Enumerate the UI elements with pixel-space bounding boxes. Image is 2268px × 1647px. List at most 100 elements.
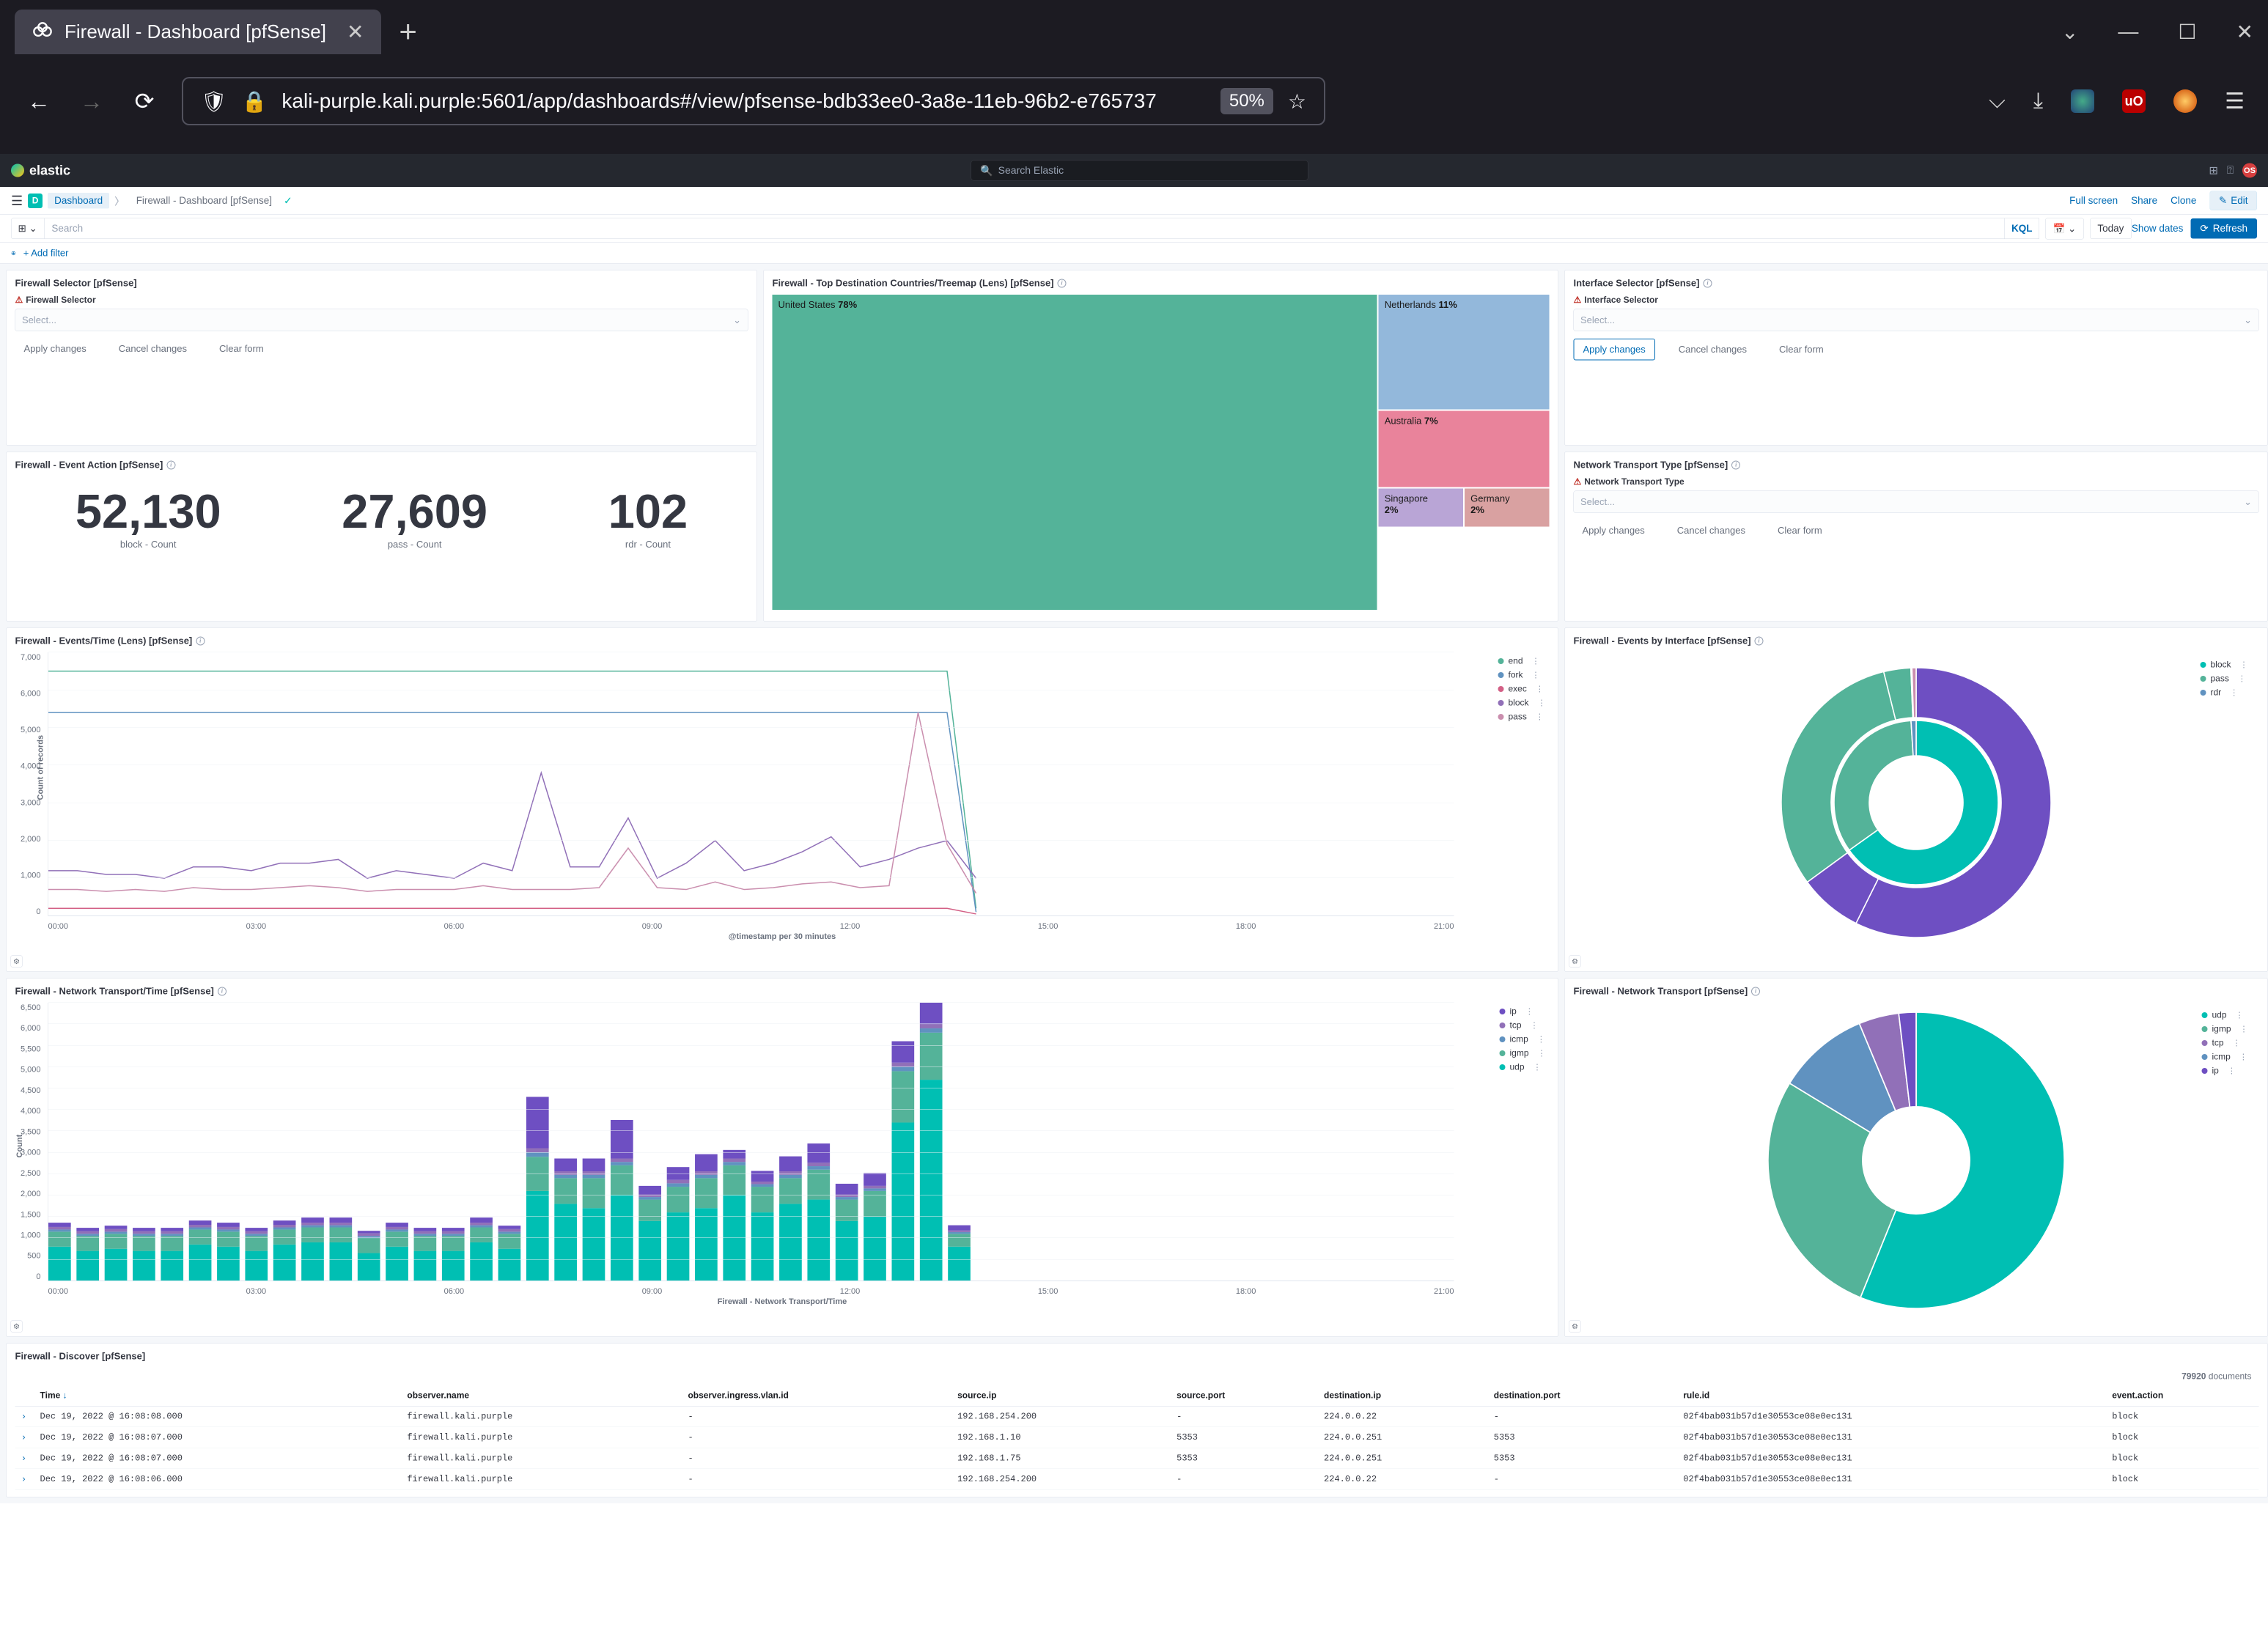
info-icon[interactable]: i <box>166 460 175 469</box>
reload-button[interactable]: ⟳ <box>129 86 160 117</box>
info-icon[interactable]: i <box>1058 279 1067 287</box>
panel-settings-icon[interactable]: ⚙ <box>11 956 23 968</box>
downloads-icon[interactable]: ⤓ <box>2033 89 2043 114</box>
help-icon[interactable]: ⍰ <box>2227 164 2234 177</box>
share-link[interactable]: Share <box>2131 195 2157 207</box>
transport-donut[interactable]: udp⋮igmp⋮tcp⋮icmp⋮ip⋮ <box>1574 1003 2259 1318</box>
clear-form-button[interactable]: Clear form <box>1769 520 1831 541</box>
panel-settings-icon[interactable]: ⚙ <box>11 1321 23 1333</box>
treemap-cell-au[interactable]: Australia 7% <box>1379 410 1550 487</box>
filter-options-icon[interactable]: ⊕ <box>11 249 16 257</box>
new-tab-button[interactable]: + <box>399 14 417 49</box>
cancel-changes-button[interactable]: Cancel changes <box>1670 339 1756 361</box>
elastic-logo[interactable]: elastic <box>11 163 70 178</box>
zoom-badge[interactable]: 50% <box>1220 88 1273 114</box>
breadcrumb-dashboard[interactable]: Dashboard <box>48 193 109 209</box>
clear-form-button[interactable]: Clear form <box>1770 339 1833 361</box>
apply-changes-button[interactable]: Apply changes <box>15 339 95 359</box>
expand-row-icon[interactable]: › <box>15 1427 33 1448</box>
browser-tab[interactable]: Firewall - Dashboard [pfSense] ✕ <box>15 10 381 54</box>
treemap-cell-us[interactable]: United States 78% <box>773 295 1377 610</box>
treemap-chart[interactable]: United States 78% Netherlands 11% Austra… <box>773 295 1550 610</box>
info-icon[interactable]: i <box>218 987 227 995</box>
lock-insecure-icon[interactable]: 🔒 <box>242 89 268 114</box>
info-icon[interactable]: i <box>1751 987 1760 995</box>
close-tab-icon[interactable]: ✕ <box>347 20 364 44</box>
add-filter-button[interactable]: + Add filter <box>23 248 69 259</box>
user-avatar[interactable]: OS <box>2242 163 2257 178</box>
transport-type-dropdown[interactable]: Select... ⌄ <box>1574 491 2259 514</box>
date-range-picker[interactable]: Today <box>2090 218 2132 240</box>
nav-bar: ← → ⟳ 🛡 🔒 kali-purple.kali.purple:5601/a… <box>0 63 2268 139</box>
firewall-selector-dropdown[interactable]: Select... ⌄ <box>15 309 748 332</box>
interface-selector-dropdown[interactable]: Select... ⌄ <box>1574 309 2259 332</box>
panel-settings-icon[interactable]: ⚙ <box>1569 1321 1581 1333</box>
refresh-button[interactable]: ⟳ Refresh <box>2190 218 2257 239</box>
space-selector[interactable]: D <box>28 194 43 208</box>
treemap-cell-de[interactable]: Germany2% <box>1465 489 1549 527</box>
expand-row-icon[interactable]: › <box>15 1448 33 1469</box>
global-search-input[interactable]: 🔍 Search Elastic <box>971 161 1308 181</box>
info-icon[interactable]: i <box>1731 460 1740 469</box>
elastic-header: elastic 🔍 Search Elastic ⊞ ⍰ OS <box>0 154 2268 187</box>
expand-row-icon[interactable]: › <box>15 1469 33 1490</box>
table-row[interactable]: ›Dec 19, 2022 @ 16:08:08.000firewall.kal… <box>15 1406 2259 1427</box>
column-header[interactable]: event.action <box>2105 1385 2258 1406</box>
shield-icon[interactable]: 🛡 <box>201 89 227 114</box>
panel-settings-icon[interactable]: ⚙ <box>1569 956 1581 968</box>
table-row[interactable]: ›Dec 19, 2022 @ 16:08:07.000firewall.kal… <box>15 1448 2259 1469</box>
table-row[interactable]: ›Dec 19, 2022 @ 16:08:07.000firewall.kal… <box>15 1427 2259 1448</box>
column-header[interactable]: Time ↓ <box>33 1385 400 1406</box>
treemap-cell-sg[interactable]: Singapore2% <box>1379 489 1463 527</box>
filter-dropdown[interactable]: ⊞ ⌄ <box>11 218 44 240</box>
y-axis-ticks: 05001,0001,5002,0002,5003,0003,5004,0004… <box>19 1003 41 1281</box>
search-icon: 🔍 <box>980 164 993 177</box>
clone-link[interactable]: Clone <box>2171 195 2196 207</box>
treemap-cell-nl[interactable]: Netherlands 11% <box>1379 295 1550 409</box>
bookmark-star-icon[interactable]: ☆ <box>1288 89 1306 114</box>
nav-toggle-icon[interactable]: ☰ <box>11 193 23 208</box>
cancel-changes-button[interactable]: Cancel changes <box>110 339 196 359</box>
transport-time-chart[interactable]: Count 05001,0001,5002,0002,5003,0003,500… <box>15 1003 1550 1303</box>
cancel-changes-button[interactable]: Cancel changes <box>1668 520 1754 541</box>
url-bar[interactable]: 🛡 🔒 kali-purple.kali.purple:5601/app/das… <box>182 77 1325 125</box>
column-header[interactable]: observer.ingress.vlan.id <box>680 1385 950 1406</box>
events-interface-donut[interactable]: block⋮pass⋮rdr⋮ <box>1574 652 2259 953</box>
maximize-icon[interactable]: ☐ <box>2178 20 2196 44</box>
query-input[interactable]: Search <box>44 218 2005 240</box>
overflow-icon[interactable]: ⌄ <box>2061 20 2078 44</box>
clear-form-button[interactable]: Clear form <box>210 339 273 359</box>
info-icon[interactable]: i <box>1755 636 1764 645</box>
extension-3-icon[interactable] <box>2173 89 2197 113</box>
ublock-icon[interactable]: uO <box>2122 89 2146 113</box>
table-row[interactable]: ›Dec 19, 2022 @ 16:08:06.000firewall.kal… <box>15 1469 2259 1490</box>
newsfeed-icon[interactable]: ⊞ <box>2209 164 2218 177</box>
show-dates-link[interactable]: Show dates <box>2132 223 2184 235</box>
back-button[interactable]: ← <box>23 86 54 117</box>
expand-row-icon[interactable]: › <box>15 1406 33 1427</box>
column-header[interactable]: rule.id <box>1676 1385 2105 1406</box>
warning-icon: ⚠ <box>1574 295 1582 306</box>
minimize-icon[interactable]: — <box>2118 20 2138 44</box>
panel-events-time: Firewall - Events/Time (Lens) [pfSense]i… <box>6 627 1558 972</box>
pocket-icon[interactable]: ⌵ <box>1989 89 2006 114</box>
date-quick-select[interactable]: 📅 ⌄ <box>2045 218 2084 239</box>
column-header[interactable]: source.port <box>1169 1385 1317 1406</box>
discover-table: Time ↓observer.nameobserver.ingress.vlan… <box>15 1385 2259 1490</box>
column-header[interactable]: destination.port <box>1487 1385 1676 1406</box>
kql-toggle[interactable]: KQL <box>2005 218 2039 240</box>
info-icon[interactable]: i <box>196 636 205 645</box>
window-controls: ⌄ — ☐ ✕ <box>2061 20 2253 44</box>
events-time-chart[interactable]: Count of records 01,0002,0003,0004,0005,… <box>15 652 1550 938</box>
column-header[interactable]: source.ip <box>950 1385 1169 1406</box>
apply-changes-button[interactable]: Apply changes <box>1574 520 1654 541</box>
close-window-icon[interactable]: ✕ <box>2236 20 2253 44</box>
fullscreen-link[interactable]: Full screen <box>2069 195 2118 207</box>
column-header[interactable]: destination.ip <box>1317 1385 1487 1406</box>
info-icon[interactable]: i <box>1703 279 1712 287</box>
column-header[interactable]: observer.name <box>400 1385 680 1406</box>
edit-button[interactable]: ✎ Edit <box>2209 191 2257 211</box>
apply-changes-button[interactable]: Apply changes <box>1574 339 1655 361</box>
app-menu-icon[interactable]: ☰ <box>2225 89 2245 114</box>
extension-1-icon[interactable] <box>2071 89 2094 113</box>
